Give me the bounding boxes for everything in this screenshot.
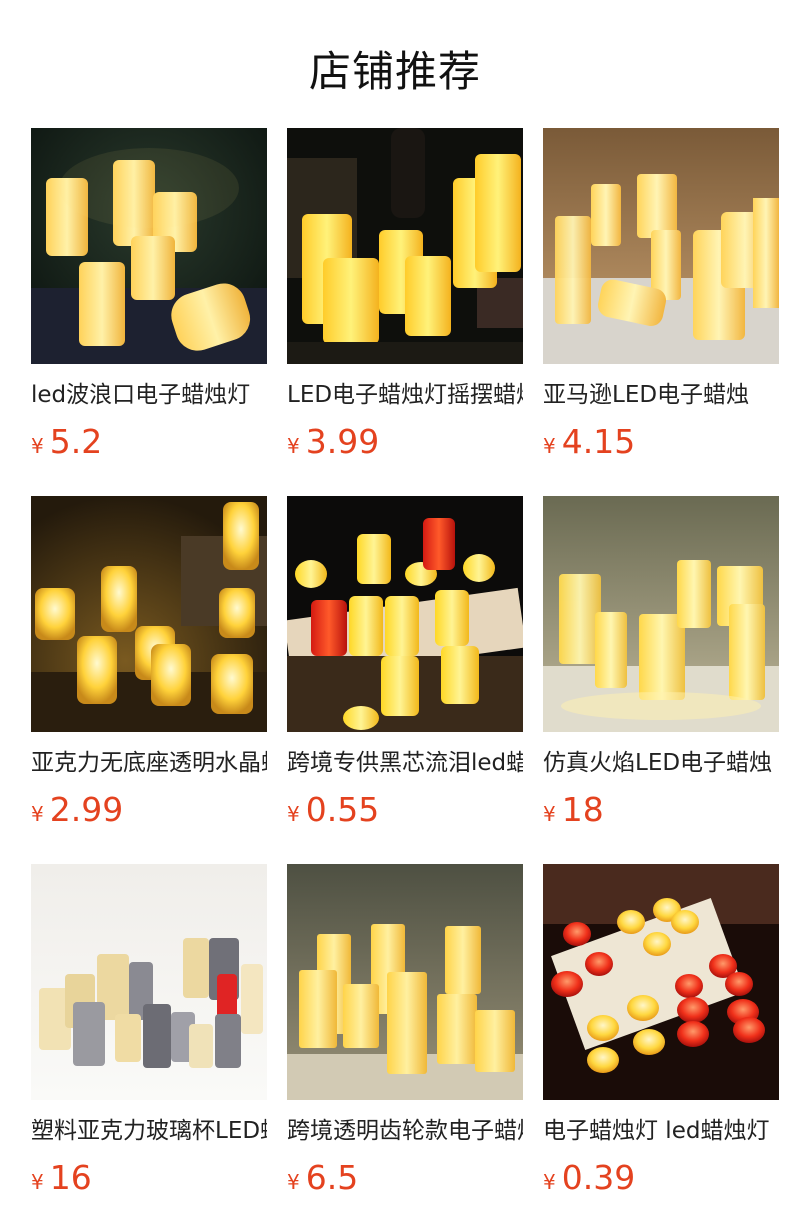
product-image[interactable]	[287, 128, 523, 364]
product-card[interactable]: led波浪口电子蜡烛灯 ¥5.2	[31, 128, 267, 468]
currency-symbol: ¥	[287, 802, 300, 826]
product-name[interactable]: 塑料亚克力玻璃杯LED蜡烛	[31, 1116, 267, 1146]
product-price: ¥5.2	[31, 422, 267, 462]
product-name[interactable]: 亚克力无底座透明水晶蜡烛	[31, 748, 267, 778]
product-image[interactable]	[31, 864, 267, 1100]
product-price: ¥16	[31, 1158, 267, 1198]
price-value: 5.2	[49, 422, 103, 461]
currency-symbol: ¥	[31, 802, 44, 826]
product-name[interactable]: 跨境透明齿轮款电子蜡烛	[287, 1116, 523, 1146]
product-card[interactable]: LED电子蜡烛灯摇摆蜡烛 ¥3.99	[287, 128, 523, 468]
product-image[interactable]	[543, 128, 779, 364]
currency-symbol: ¥	[287, 434, 300, 458]
product-name[interactable]: 亚马逊LED电子蜡烛	[543, 380, 779, 410]
product-image[interactable]	[31, 128, 267, 364]
product-card[interactable]: 塑料亚克力玻璃杯LED蜡烛 ¥16	[31, 864, 267, 1204]
product-image[interactable]	[287, 864, 523, 1100]
product-card[interactable]: 跨境专供黑芯流泪led蜡烛 ¥0.55	[287, 496, 523, 836]
product-image[interactable]	[543, 496, 779, 732]
product-image[interactable]	[31, 496, 267, 732]
product-name[interactable]: 电子蜡烛灯 led蜡烛灯	[543, 1116, 779, 1146]
currency-symbol: ¥	[543, 434, 556, 458]
currency-symbol: ¥	[31, 434, 44, 458]
product-price: ¥6.5	[287, 1158, 523, 1198]
currency-symbol: ¥	[31, 1170, 44, 1194]
price-value: 3.99	[305, 422, 380, 461]
product-price: ¥4.15	[543, 422, 779, 462]
product-card[interactable]: 仿真火焰LED电子蜡烛 ¥18	[543, 496, 779, 836]
product-name[interactable]: LED电子蜡烛灯摇摆蜡烛	[287, 380, 523, 410]
price-value: 18	[561, 790, 604, 829]
price-value: 2.99	[49, 790, 124, 829]
price-value: 4.15	[561, 422, 636, 461]
product-card[interactable]: 电子蜡烛灯 led蜡烛灯 ¥0.39	[543, 864, 779, 1204]
currency-symbol: ¥	[287, 1170, 300, 1194]
product-grid: led波浪口电子蜡烛灯 ¥5.2 LED电子蜡烛灯摇摆蜡烛 ¥ 3.99 亚马逊…	[31, 128, 779, 1208]
price-value: 6.5	[305, 1158, 359, 1197]
price-value: 0.55	[305, 790, 380, 829]
product-image[interactable]	[543, 864, 779, 1100]
product-name[interactable]: led波浪口电子蜡烛灯	[31, 380, 267, 410]
product-price: ¥2.99	[31, 790, 267, 830]
section-title: 店铺推荐	[308, 47, 481, 96]
product-card[interactable]: 亚克力无底座透明水晶蜡烛 ¥2.99	[31, 496, 267, 836]
product-price: ¥3.99	[287, 422, 523, 462]
product-price: ¥0.55	[287, 790, 523, 830]
product-card[interactable]: 亚马逊LED电子蜡烛 ¥4.15	[543, 128, 779, 468]
product-price: ¥0.39	[543, 1158, 779, 1198]
currency-symbol: ¥	[543, 1170, 556, 1194]
product-price: ¥18	[543, 790, 779, 830]
price-value: 0.39	[561, 1158, 636, 1197]
currency-symbol: ¥	[543, 802, 556, 826]
product-card[interactable]: 跨境透明齿轮款电子蜡烛 ¥6.5	[287, 864, 523, 1204]
product-image[interactable]	[287, 496, 523, 732]
price-value: 16	[49, 1158, 92, 1197]
product-name[interactable]: 跨境专供黑芯流泪led蜡烛	[287, 748, 523, 778]
product-name[interactable]: 仿真火焰LED电子蜡烛	[543, 748, 779, 778]
